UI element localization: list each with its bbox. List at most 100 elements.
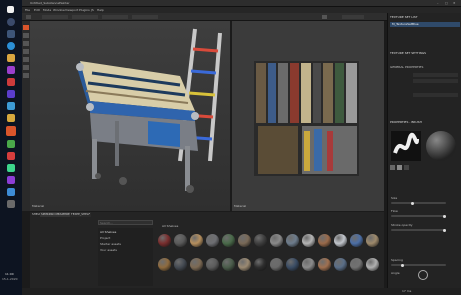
material-thumbnail[interactable] bbox=[254, 234, 267, 247]
app-icon[interactable] bbox=[7, 66, 15, 74]
material-thumbnail[interactable] bbox=[318, 234, 331, 247]
menu-edit[interactable]: Edit bbox=[34, 8, 40, 12]
menu-viewport[interactable]: Viewport bbox=[65, 8, 78, 12]
app-icon[interactable] bbox=[7, 152, 15, 160]
viewport-3d[interactable]: Material bbox=[30, 21, 230, 211]
size-field[interactable] bbox=[42, 15, 68, 19]
app-icon[interactable] bbox=[7, 78, 15, 86]
material-thumbnail[interactable] bbox=[190, 234, 203, 247]
flow-field[interactable] bbox=[72, 15, 98, 19]
flow-slider[interactable] bbox=[391, 214, 446, 218]
smudge-tool-icon[interactable] bbox=[23, 57, 29, 62]
app-icon[interactable] bbox=[7, 188, 15, 196]
texture-set-item[interactable]: M_TextureSetBlue bbox=[390, 22, 460, 27]
category-item[interactable]: Project bbox=[100, 236, 110, 240]
shelf-filter-label[interactable]: All Shelves bbox=[162, 224, 178, 228]
status-bar: 17 ms bbox=[22, 288, 461, 295]
app-icon[interactable] bbox=[7, 90, 15, 98]
shelf-tab-1[interactable]: SPMKRSD MEAMHREL bbox=[40, 212, 73, 217]
app-icon[interactable] bbox=[7, 176, 15, 184]
menu-help[interactable]: Help bbox=[97, 8, 104, 12]
category-item[interactable]: Starter assets bbox=[100, 242, 121, 246]
spacing-field[interactable] bbox=[132, 15, 158, 19]
material-swatch[interactable] bbox=[397, 165, 402, 170]
material-thumbnail[interactable] bbox=[238, 258, 251, 271]
maximize-button[interactable]: □ bbox=[445, 1, 448, 5]
minimize-button[interactable]: – bbox=[437, 1, 439, 5]
material-thumbnail[interactable] bbox=[366, 258, 379, 271]
material-thumbnail[interactable] bbox=[270, 234, 283, 247]
material-swatch[interactable] bbox=[390, 165, 395, 170]
material-swatch[interactable] bbox=[404, 165, 409, 170]
app-icon[interactable] bbox=[7, 200, 15, 208]
substance-painter-icon[interactable] bbox=[6, 126, 16, 136]
property-field[interactable] bbox=[413, 73, 458, 77]
material-thumbnail[interactable] bbox=[254, 258, 267, 271]
shelf-tab-2[interactable]: TEXPE_SHELF bbox=[70, 212, 92, 217]
material-thumbnail[interactable] bbox=[286, 258, 299, 271]
material-thumbnail[interactable] bbox=[334, 234, 347, 247]
folder-icon[interactable] bbox=[7, 54, 15, 62]
start-icon[interactable] bbox=[7, 6, 14, 13]
material-thumbnail[interactable] bbox=[302, 234, 315, 247]
brush-tool-icon[interactable] bbox=[23, 25, 29, 30]
material-thumbnail[interactable] bbox=[350, 258, 363, 271]
material-thumbnail[interactable] bbox=[174, 234, 187, 247]
material-thumbnail[interactable] bbox=[366, 234, 379, 247]
angle-label: Angle bbox=[391, 271, 400, 275]
material-thumbnail[interactable] bbox=[206, 234, 219, 247]
clone-tool-icon[interactable] bbox=[23, 65, 29, 70]
app-icon[interactable] bbox=[7, 164, 15, 172]
picker-tool-icon[interactable] bbox=[23, 73, 29, 78]
app-icon[interactable] bbox=[7, 102, 15, 110]
material-thumbnail[interactable] bbox=[222, 258, 235, 271]
texture-set-name: M_TextureSetBlue bbox=[392, 22, 419, 26]
material-thumbnail[interactable] bbox=[158, 234, 171, 247]
menu-plugins[interactable]: Plugins bbox=[79, 8, 90, 12]
right-panel: TEXTURE SET LIST M_TextureSetBlue TEXTUR… bbox=[387, 13, 461, 288]
material-thumbnail[interactable] bbox=[158, 258, 171, 271]
brush-properties-title: PROPERTIES - BRUSH bbox=[390, 120, 422, 124]
size-slider[interactable] bbox=[391, 201, 446, 205]
projection-tool-icon[interactable] bbox=[23, 41, 29, 46]
viewport-2d-label: Material bbox=[234, 204, 247, 208]
camera-icon[interactable] bbox=[322, 15, 327, 19]
category-item[interactable]: Your assets bbox=[100, 248, 117, 252]
material-thumbnail[interactable] bbox=[302, 258, 315, 271]
browser-icon[interactable] bbox=[7, 42, 15, 50]
brush-material-sphere bbox=[426, 131, 456, 161]
stroke-opacity-slider[interactable] bbox=[391, 228, 446, 232]
property-field[interactable] bbox=[413, 93, 458, 97]
menu-file[interactable]: File bbox=[25, 8, 30, 12]
paint-tool-icon[interactable] bbox=[26, 15, 31, 19]
display-mode-select[interactable] bbox=[342, 15, 364, 19]
material-thumbnail[interactable] bbox=[222, 234, 235, 247]
material-thumbnail[interactable] bbox=[334, 258, 347, 271]
property-field[interactable] bbox=[413, 79, 458, 83]
spacing-slider[interactable] bbox=[391, 263, 446, 267]
material-thumbnail[interactable] bbox=[174, 258, 187, 271]
polyfill-tool-icon[interactable] bbox=[23, 49, 29, 54]
app-icon[interactable] bbox=[7, 114, 15, 122]
material-thumbnail[interactable] bbox=[190, 258, 203, 271]
viewport-2d[interactable]: Material bbox=[232, 21, 384, 211]
menu-mode[interactable]: Mode bbox=[43, 8, 51, 12]
taskview-icon[interactable] bbox=[7, 30, 15, 38]
close-button[interactable]: ✕ bbox=[453, 1, 456, 5]
material-thumbnail[interactable] bbox=[286, 234, 299, 247]
menu-window[interactable]: Window bbox=[53, 8, 65, 12]
material-thumbnail[interactable] bbox=[350, 234, 363, 247]
material-thumbnail[interactable] bbox=[318, 258, 331, 271]
shelf-search-input[interactable]: Search... bbox=[98, 220, 153, 225]
material-thumbnail[interactable] bbox=[270, 258, 283, 271]
search-icon[interactable] bbox=[7, 18, 15, 26]
app-icon[interactable] bbox=[7, 140, 15, 148]
brush-alpha-preview[interactable] bbox=[391, 131, 421, 161]
material-thumbnail[interactable] bbox=[238, 234, 251, 247]
angle-dial[interactable] bbox=[418, 270, 428, 280]
stroke-field[interactable] bbox=[102, 15, 128, 19]
category-item[interactable]: All Shelves bbox=[100, 230, 116, 234]
material-thumbnail[interactable] bbox=[206, 258, 219, 271]
menu-js[interactable]: JS bbox=[91, 8, 94, 12]
eraser-tool-icon[interactable] bbox=[23, 33, 29, 38]
